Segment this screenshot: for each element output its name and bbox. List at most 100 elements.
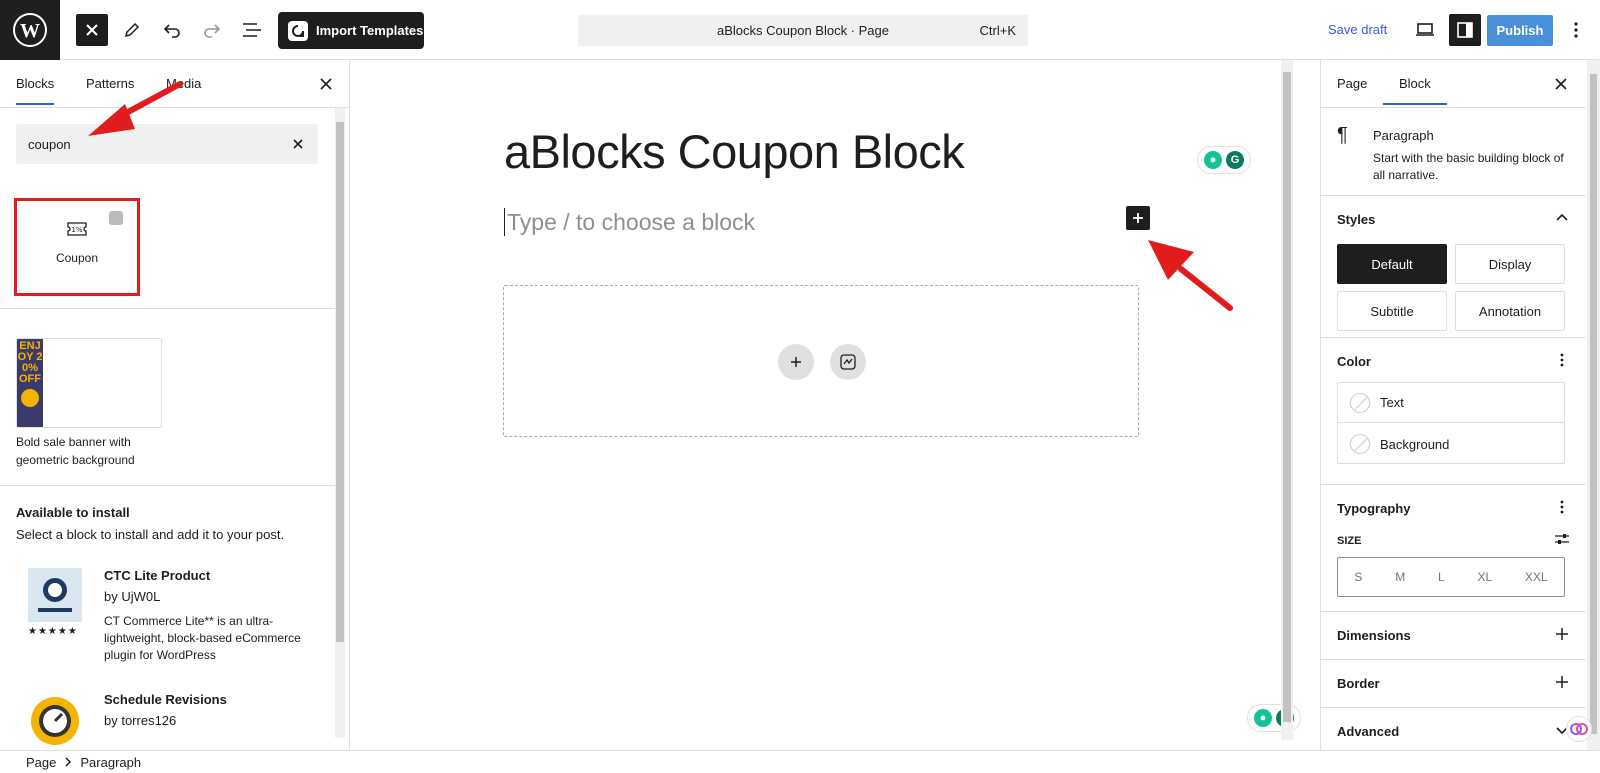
- block-name: Paragraph: [1373, 128, 1434, 143]
- text-color-option[interactable]: Text: [1338, 383, 1564, 423]
- styles-title[interactable]: Styles: [1337, 212, 1375, 227]
- close-inserter-button[interactable]: [76, 14, 108, 46]
- undo-button[interactable]: [156, 14, 188, 46]
- more-vertical-icon: [1574, 22, 1578, 38]
- grammarly-widget[interactable]: ● G: [1197, 146, 1251, 174]
- plugin-author: by torres126: [104, 713, 177, 728]
- advanced-title: Advanced: [1337, 724, 1400, 739]
- add-block-button[interactable]: [778, 344, 814, 380]
- plus-icon: [1133, 213, 1143, 223]
- wordpress-logo-icon[interactable]: W: [0, 0, 60, 60]
- size-xxl-option[interactable]: XXL: [1525, 570, 1548, 584]
- import-templates-button[interactable]: Import Templates: [278, 12, 424, 49]
- list-view-icon: [243, 23, 261, 37]
- available-to-install-desc: Select a block to install and add it to …: [16, 527, 285, 542]
- styles-section: Styles Default Display Subtitle Annotati…: [1321, 196, 1586, 338]
- sidebar-icon: [1457, 22, 1473, 38]
- pattern-thumbnail-text: ENJOY 20% OFF: [17, 340, 43, 385]
- plus-icon[interactable]: [1554, 674, 1570, 690]
- divider: [0, 485, 336, 486]
- size-m-option[interactable]: M: [1395, 570, 1405, 584]
- tab-blocks[interactable]: Blocks: [16, 76, 55, 105]
- advanced-section[interactable]: Advanced: [1321, 708, 1586, 750]
- pencil-icon: [124, 22, 140, 38]
- tools-button[interactable]: [116, 14, 148, 46]
- plugin-thumbnail: [28, 692, 82, 746]
- chart-block-button[interactable]: [830, 344, 866, 380]
- chevron-right-icon: [65, 757, 72, 767]
- style-subtitle-button[interactable]: Subtitle: [1337, 291, 1447, 331]
- scrollbar-thumb[interactable]: [336, 122, 344, 642]
- typography-section: Typography SIZE S M L XL XXL: [1321, 485, 1586, 612]
- chevron-up-icon[interactable]: [1554, 210, 1570, 226]
- size-label: SIZE: [1337, 535, 1362, 547]
- empty-swatch-icon: [1350, 434, 1370, 454]
- pattern-label: Bold sale banner with geometric backgrou…: [16, 435, 135, 467]
- settings-toggle-button[interactable]: [1449, 14, 1481, 46]
- lightbulb-icon: ●: [1204, 151, 1222, 169]
- more-vertical-icon[interactable]: [1554, 499, 1570, 515]
- lightbulb-icon: ●: [1254, 709, 1272, 727]
- tab-page[interactable]: Page: [1337, 76, 1367, 91]
- save-draft-button[interactable]: Save draft: [1328, 22, 1387, 37]
- border-section[interactable]: Border: [1321, 660, 1586, 708]
- text-color-label: Text: [1380, 395, 1404, 410]
- settings-tabs: Page Block: [1321, 60, 1586, 108]
- settings-sliders-icon[interactable]: [1554, 531, 1570, 547]
- paragraph-placeholder[interactable]: Type / to choose a block: [504, 208, 755, 236]
- tab-block[interactable]: Block: [1383, 76, 1447, 105]
- size-s-option[interactable]: S: [1354, 570, 1362, 584]
- publish-button[interactable]: Publish: [1487, 15, 1553, 46]
- import-templates-label: Import Templates: [316, 23, 424, 38]
- block-settings-panel: Page Block ¶ Paragraph Start with the ba…: [1320, 60, 1586, 750]
- background-color-label: Background: [1380, 436, 1450, 452]
- command-palette-bar[interactable]: aBlocks Coupon Block · Page Ctrl+K: [578, 15, 1028, 46]
- document-title: aBlocks Coupon Block · Page: [717, 23, 889, 38]
- close-icon[interactable]: [1553, 76, 1569, 92]
- size-l-option[interactable]: L: [1438, 570, 1445, 584]
- coupon-icon: 1%: [67, 222, 87, 236]
- plugin-name: Schedule Revisions: [104, 692, 227, 707]
- style-default-button[interactable]: Default: [1337, 244, 1447, 284]
- breadcrumb-page[interactable]: Page: [26, 755, 56, 770]
- paragraph-icon: ¶: [1337, 124, 1348, 146]
- inserter-scrollbar[interactable]: [335, 108, 345, 738]
- canvas-scrollbar[interactable]: [1281, 60, 1293, 740]
- desktop-view-icon: [1416, 23, 1434, 36]
- redo-button[interactable]: [196, 14, 228, 46]
- ablocks-badge-icon: [109, 211, 123, 225]
- scrollbar-thumb[interactable]: [1283, 72, 1291, 722]
- pattern-card[interactable]: ENJOY 20% OFF: [16, 338, 162, 428]
- view-button[interactable]: [1409, 14, 1441, 46]
- close-icon[interactable]: [318, 76, 334, 92]
- style-annotation-button[interactable]: Annotation: [1455, 291, 1565, 331]
- annotation-arrow-icon: [88, 81, 183, 136]
- add-block-button[interactable]: [1126, 206, 1150, 230]
- color-options: Text Background: [1337, 382, 1565, 464]
- empty-swatch-icon: [1350, 392, 1370, 413]
- command-shortcut: Ctrl+K: [979, 23, 1016, 38]
- dimensions-section[interactable]: Dimensions: [1321, 612, 1586, 660]
- font-size-picker: S M L XL XXL: [1337, 557, 1565, 597]
- scrollbar-thumb[interactable]: [1590, 74, 1597, 734]
- dimensions-title: Dimensions: [1337, 628, 1411, 643]
- plus-icon[interactable]: [1554, 626, 1570, 642]
- document-overview-button[interactable]: [236, 14, 268, 46]
- block-inserter-panel: Blocks Patterns Media 1% Coupon ENJOY 20…: [0, 60, 350, 750]
- coupon-block-item[interactable]: 1% Coupon: [14, 198, 140, 296]
- divider: [0, 308, 336, 309]
- plugin-description: CT Commerce Lite** is an ultra-lightweig…: [104, 614, 301, 662]
- page-title[interactable]: aBlocks Coupon Block: [504, 124, 965, 179]
- background-color-option[interactable]: Background: [1338, 424, 1564, 464]
- size-xl-option[interactable]: XL: [1477, 570, 1492, 584]
- more-vertical-icon[interactable]: [1554, 352, 1570, 368]
- block-card: ¶ Paragraph Start with the basic buildin…: [1321, 108, 1586, 196]
- ai-assistant-icon[interactable]: [1566, 716, 1592, 742]
- clear-search-icon[interactable]: [290, 136, 306, 152]
- breadcrumb-paragraph[interactable]: Paragraph: [80, 755, 141, 770]
- plugin-rating: ★★★★★: [28, 626, 78, 637]
- style-display-button[interactable]: Display: [1455, 244, 1565, 284]
- plus-icon: [791, 357, 801, 367]
- settings-scrollbar[interactable]: [1587, 60, 1600, 750]
- options-menu-button[interactable]: [1560, 14, 1592, 46]
